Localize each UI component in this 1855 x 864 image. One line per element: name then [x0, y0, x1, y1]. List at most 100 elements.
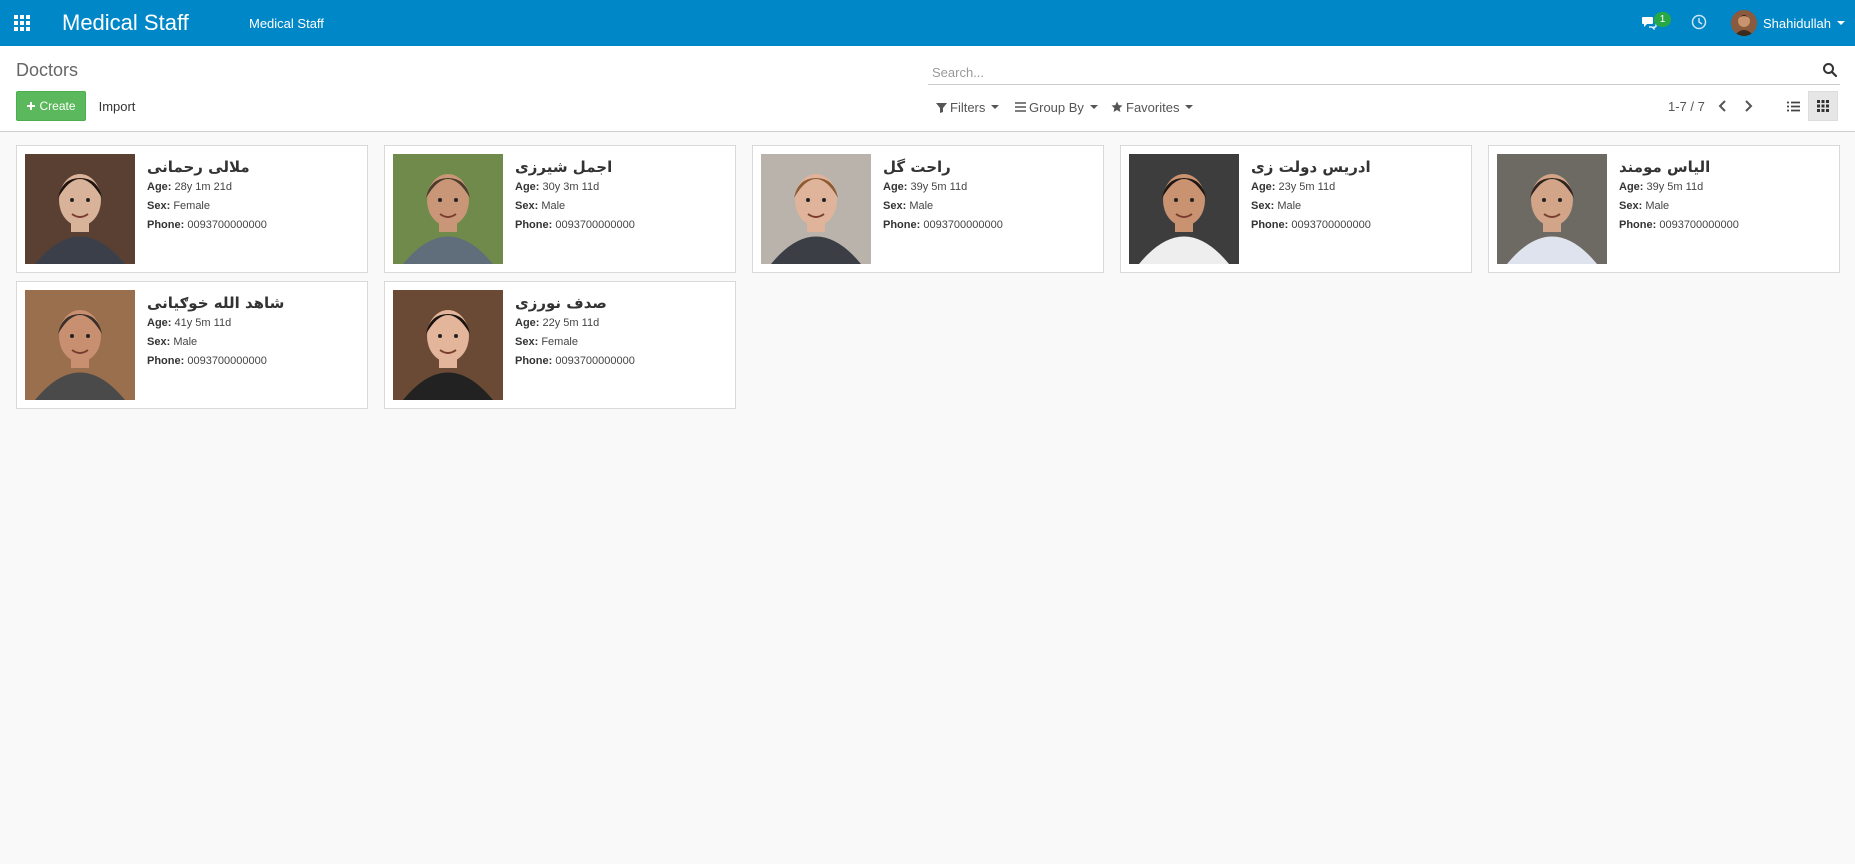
chevron-right-icon[interactable] [1741, 97, 1755, 115]
create-button[interactable]: Create [16, 91, 86, 121]
doctor-age: 39y 5m 11d [1646, 181, 1704, 193]
doctor-name: اجمل شیرزی [515, 158, 613, 176]
sex-label: Sex: [147, 336, 171, 348]
phone-label: Phone: [147, 355, 185, 367]
pager-value[interactable]: 1-7 / 7 [1668, 99, 1705, 114]
filters-dropdown[interactable]: Filters [936, 97, 1000, 117]
doctor-age-row: Age: 30y 3m 11d [515, 178, 730, 197]
menu-item-medical-staff[interactable]: Medical Staff [249, 16, 324, 31]
filters-label: Filters [950, 99, 986, 115]
doctor-sex-row: Sex: Male [883, 197, 1098, 216]
doctor-info: الیاس مومند Age: 39y 5m 11d Sex: Male Ph… [1619, 156, 1834, 235]
favorites-label: Favorites [1126, 99, 1180, 115]
doctor-name: ادریس دولت زی [1251, 158, 1371, 176]
search-input[interactable] [932, 62, 1792, 82]
doctor-info: راحت گل Age: 39y 5m 11d Sex: Male Phone:… [883, 156, 1098, 235]
age-label: Age: [1619, 181, 1644, 193]
doctor-photo [393, 154, 503, 264]
list-view-button[interactable] [1778, 91, 1808, 121]
doctor-phone: 0093700000000 [1291, 219, 1371, 231]
chevron-left-icon[interactable] [1716, 97, 1730, 115]
age-label: Age: [147, 181, 172, 193]
create-label: Create [39, 99, 76, 113]
doctor-sex-row: Sex: Male [1619, 197, 1834, 216]
doctor-info: شاهد الله خوګیانی Age: 41y 5m 11d Sex: M… [147, 292, 362, 371]
doctor-age: 30y 3m 11d [542, 181, 600, 193]
doctor-card[interactable]: ملالی رحمانی Age: 28y 1m 21d Sex: Female… [16, 145, 368, 273]
doctor-name: الیاس مومند [1619, 158, 1711, 176]
doctor-name: ملالی رحمانی [147, 158, 250, 176]
search-box [928, 58, 1840, 85]
doctor-phone-row: Phone: 0093700000000 [515, 352, 730, 371]
doctor-sex: Male [173, 336, 198, 348]
chevron-down-icon [991, 105, 1000, 109]
favorites-dropdown[interactable]: Favorites [1111, 97, 1194, 117]
doctor-photo [1497, 154, 1607, 264]
breadcrumb[interactable]: Doctors [16, 60, 78, 81]
groupby-dropdown[interactable]: Group By [1015, 97, 1098, 117]
doctor-phone: 0093700000000 [1659, 219, 1739, 231]
doctor-age: 39y 5m 11d [910, 181, 968, 193]
activity-clock-icon[interactable] [1691, 14, 1707, 30]
doctor-card[interactable]: راحت گل Age: 39y 5m 11d Sex: Male Phone:… [752, 145, 1104, 273]
chevron-down-icon [1185, 105, 1194, 109]
doctor-card[interactable]: صدف نورزی Age: 22y 5m 11d Sex: Female Ph… [384, 281, 736, 409]
top-navbar: Medical Staff Medical Staff 1 Shahidulla… [0, 0, 1855, 46]
doctor-age: 22y 5m 11d [542, 317, 600, 329]
doctor-name: صدف نورزی [515, 294, 607, 312]
phone-label: Phone: [1619, 219, 1657, 231]
phone-label: Phone: [147, 219, 185, 231]
grid-icon [1817, 100, 1829, 112]
search-icon[interactable] [1822, 62, 1838, 78]
age-label: Age: [1251, 181, 1276, 193]
star-icon [1111, 101, 1123, 112]
doctor-phone-row: Phone: 0093700000000 [147, 352, 362, 371]
plus-icon [27, 102, 36, 110]
doctor-sex: Female [541, 336, 578, 348]
doctor-phone-row: Phone: 0093700000000 [1251, 216, 1466, 235]
phone-label: Phone: [883, 219, 921, 231]
doctor-phone-row: Phone: 0093700000000 [515, 216, 730, 235]
doctor-age-row: Age: 23y 5m 11d [1251, 178, 1466, 197]
doctor-phone-row: Phone: 0093700000000 [883, 216, 1098, 235]
user-name: Shahidullah [1763, 15, 1831, 31]
chat-badge: 1 [1654, 12, 1671, 27]
phone-label: Phone: [1251, 219, 1289, 231]
age-label: Age: [515, 181, 540, 193]
doctor-phone: 0093700000000 [555, 219, 635, 231]
age-label: Age: [883, 181, 908, 193]
doctor-photo [1129, 154, 1239, 264]
app-title: Medical Staff [62, 10, 189, 35]
sex-label: Sex: [515, 336, 539, 348]
sex-label: Sex: [883, 200, 907, 212]
doctor-age-row: Age: 28y 1m 21d [147, 178, 362, 197]
control-panel: Doctors Create Import Filters Group By F… [0, 46, 1855, 132]
sex-label: Sex: [1251, 200, 1275, 212]
phone-label: Phone: [515, 355, 553, 367]
doctor-sex: Male [1645, 200, 1670, 212]
doctor-sex-row: Sex: Male [147, 333, 362, 352]
doctor-card[interactable]: ادریس دولت زی Age: 23y 5m 11d Sex: Male … [1120, 145, 1472, 273]
doctor-info: ادریس دولت زی Age: 23y 5m 11d Sex: Male … [1251, 156, 1466, 235]
doctor-card[interactable]: شاهد الله خوګیانی Age: 41y 5m 11d Sex: M… [16, 281, 368, 409]
age-label: Age: [147, 317, 172, 329]
doctor-age: 23y 5m 11d [1278, 181, 1336, 193]
doctor-age-row: Age: 22y 5m 11d [515, 314, 730, 333]
kanban-view-button[interactable] [1808, 91, 1838, 121]
doctor-phone-row: Phone: 0093700000000 [147, 216, 362, 235]
apps-menu-icon[interactable] [14, 15, 32, 31]
doctor-card[interactable]: الیاس مومند Age: 39y 5m 11d Sex: Male Ph… [1488, 145, 1840, 273]
doctor-sex-row: Sex: Male [515, 197, 730, 216]
sex-label: Sex: [515, 200, 539, 212]
doctor-sex-row: Sex: Male [1251, 197, 1466, 216]
user-menu[interactable]: Shahidullah [1731, 10, 1845, 36]
bars-icon [1015, 102, 1026, 112]
doctor-phone: 0093700000000 [187, 355, 267, 367]
doctor-card[interactable]: اجمل شیرزی Age: 30y 3m 11d Sex: Male Pho… [384, 145, 736, 273]
doctor-sex: Male [1277, 200, 1302, 212]
import-button[interactable]: Import [92, 91, 142, 121]
doctor-photo [393, 290, 503, 400]
doctor-age-row: Age: 39y 5m 11d [883, 178, 1098, 197]
doctor-sex: Male [909, 200, 934, 212]
doctor-info: ملالی رحمانی Age: 28y 1m 21d Sex: Female… [147, 156, 362, 235]
